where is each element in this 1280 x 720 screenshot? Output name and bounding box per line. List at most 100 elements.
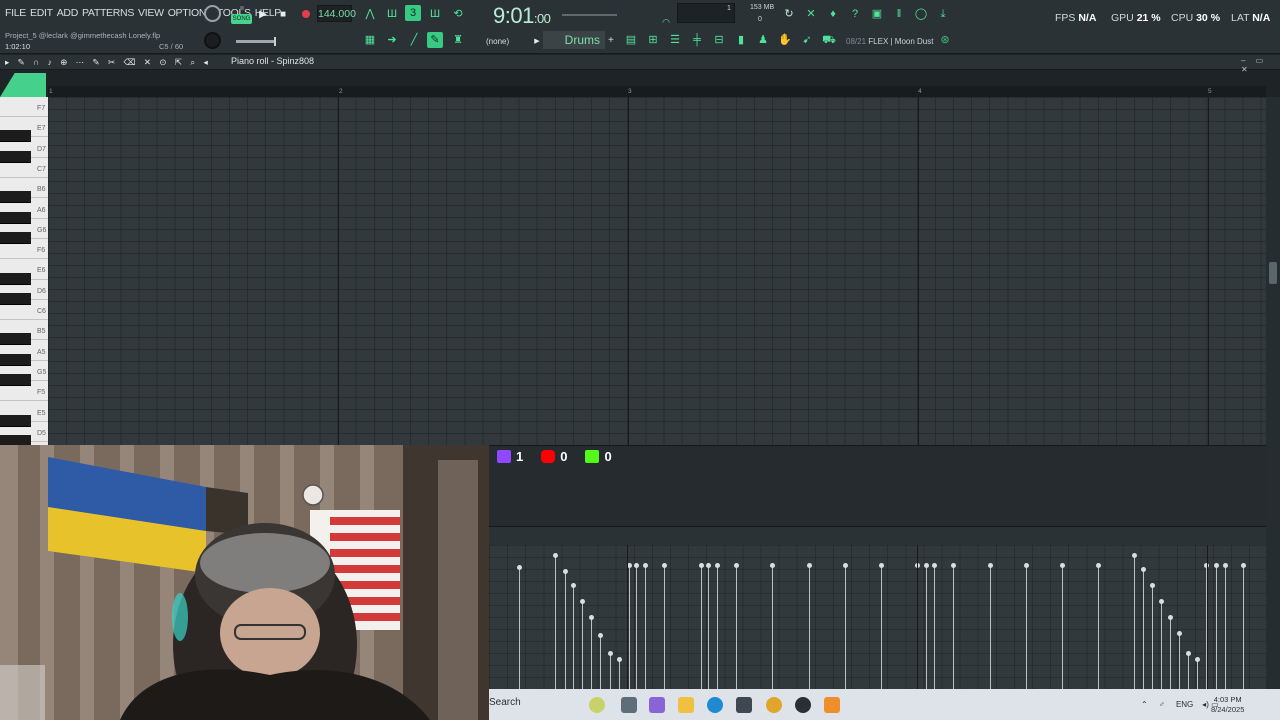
hand-icon[interactable]: ✋ bbox=[777, 32, 793, 48]
velocity-stem[interactable] bbox=[1024, 563, 1029, 689]
obs-icon[interactable] bbox=[795, 697, 811, 713]
velocity-stem[interactable] bbox=[580, 599, 585, 689]
velocity-stem[interactable] bbox=[1177, 631, 1182, 689]
copilot-icon[interactable] bbox=[649, 697, 665, 713]
store-icon[interactable] bbox=[736, 697, 752, 713]
velocity-stem[interactable] bbox=[627, 563, 632, 689]
velocity-stem[interactable] bbox=[807, 563, 812, 689]
channel-rack-icon[interactable]: ☰ bbox=[667, 32, 683, 48]
menu-file[interactable]: FILE bbox=[5, 7, 26, 19]
velocity-stem[interactable] bbox=[1186, 651, 1191, 689]
black-key[interactable] bbox=[0, 333, 31, 346]
velocity-stem[interactable] bbox=[988, 563, 993, 689]
mixer-view-icon[interactable]: ╪ bbox=[689, 32, 705, 48]
taskbar-clock[interactable]: 4:03 PM 8/24/2025 bbox=[1211, 695, 1244, 715]
pencil-icon[interactable]: ✎ bbox=[427, 32, 443, 48]
velocity-stem[interactable] bbox=[706, 563, 711, 689]
black-key[interactable] bbox=[0, 150, 31, 163]
taskbar-search[interactable]: Search bbox=[489, 697, 521, 708]
file-explorer-icon[interactable] bbox=[678, 697, 694, 713]
velocity-stem[interactable] bbox=[1168, 615, 1173, 689]
velocity-stem[interactable] bbox=[1223, 563, 1228, 689]
black-key[interactable] bbox=[0, 414, 31, 427]
stop-icon[interactable]: ■ bbox=[276, 7, 290, 21]
piano-roll-grid[interactable] bbox=[48, 97, 1266, 445]
velocity-stem[interactable] bbox=[643, 563, 648, 689]
velocity-stem[interactable] bbox=[617, 657, 622, 689]
menu-view[interactable]: VIEW bbox=[138, 7, 164, 19]
undo-icon[interactable]: ↻ bbox=[781, 6, 797, 22]
black-key[interactable] bbox=[0, 211, 31, 224]
tempo-display[interactable]: 144.000 bbox=[317, 5, 356, 22]
velocity-stem[interactable] bbox=[770, 563, 775, 689]
velocity-stem[interactable] bbox=[598, 633, 603, 689]
fl-studio-icon[interactable] bbox=[824, 697, 840, 713]
widgets-icon[interactable] bbox=[589, 697, 605, 713]
pattern-selector[interactable]: Drums bbox=[543, 31, 605, 49]
playlist-icon[interactable]: ▤ bbox=[623, 32, 639, 48]
black-key[interactable] bbox=[0, 272, 31, 285]
brush-icon[interactable]: ╱ bbox=[406, 32, 422, 48]
mixer-icon[interactable]: ‖ bbox=[891, 6, 907, 22]
velocity-stem[interactable] bbox=[734, 563, 739, 689]
master-volume-slider[interactable] bbox=[236, 37, 276, 46]
add-pattern-icon[interactable]: + bbox=[608, 35, 614, 46]
black-key[interactable] bbox=[0, 292, 31, 305]
velocity-stem[interactable] bbox=[1141, 567, 1146, 689]
black-key[interactable] bbox=[0, 191, 31, 204]
velocity-stem[interactable] bbox=[1159, 599, 1164, 689]
help-icon[interactable]: ? bbox=[847, 6, 863, 22]
stamp-icon[interactable]: ♜ bbox=[450, 32, 466, 48]
piano-keyboard[interactable]: F7 E7 D7 C7 B6 A6 G6 F6 E6 D6 C6 B5 A5 G5 F5 E5 D5 bbox=[0, 97, 48, 445]
task-view-icon[interactable] bbox=[621, 697, 637, 713]
online-icon[interactable]: ⊛ bbox=[937, 32, 953, 48]
velocity-stem[interactable] bbox=[924, 563, 929, 689]
countdown-icon[interactable]: 3 bbox=[405, 5, 421, 21]
piano-roll-title[interactable]: Piano roll - Spinz808 bbox=[231, 56, 314, 66]
velocity-stem[interactable] bbox=[843, 563, 848, 689]
piano-roll-icon[interactable]: ⊞ bbox=[645, 32, 661, 48]
chrome-icon[interactable] bbox=[766, 697, 782, 713]
velocity-stem[interactable] bbox=[1195, 657, 1200, 689]
scrollbar-thumb[interactable] bbox=[1269, 262, 1277, 284]
browser-icon[interactable]: ⊟ bbox=[711, 32, 727, 48]
song-time-display[interactable]: 9:01:00 bbox=[493, 3, 551, 29]
pattern-song-toggle[interactable]: SONG bbox=[231, 6, 252, 24]
download-icon[interactable]: ⤓ bbox=[935, 6, 951, 22]
velocity-stem[interactable] bbox=[715, 563, 720, 689]
velocity-stem[interactable] bbox=[634, 563, 639, 689]
snap-tab[interactable] bbox=[0, 73, 46, 97]
menu-add[interactable]: ADD bbox=[57, 7, 79, 19]
menu-patterns[interactable]: PATTERNS bbox=[82, 7, 134, 19]
chat-icon[interactable]: ◯ bbox=[913, 6, 929, 22]
velocity-editor[interactable] bbox=[489, 545, 1266, 689]
plugin-icon[interactable]: ♟ bbox=[755, 32, 771, 48]
velocity-stem[interactable] bbox=[1132, 553, 1137, 689]
velocity-stem[interactable] bbox=[571, 583, 576, 689]
velocity-stem[interactable] bbox=[932, 563, 937, 689]
velocity-stem[interactable] bbox=[951, 563, 956, 689]
black-key[interactable] bbox=[0, 231, 31, 244]
metronome-icon[interactable]: ⋀ bbox=[362, 6, 378, 22]
record-icon[interactable] bbox=[302, 10, 310, 18]
velocity-stem[interactable] bbox=[1150, 583, 1155, 689]
event-editor-splitter[interactable] bbox=[489, 526, 1266, 545]
master-volume-knob[interactable] bbox=[204, 5, 221, 22]
edge-icon[interactable] bbox=[707, 697, 723, 713]
velocity-stem[interactable] bbox=[1096, 563, 1101, 689]
velocity-stem[interactable] bbox=[699, 563, 704, 689]
loop-record-icon[interactable]: ⟲ bbox=[450, 6, 466, 22]
black-key[interactable] bbox=[0, 434, 31, 445]
velocity-stem[interactable] bbox=[879, 563, 884, 689]
tools-icon[interactable]: ✕ bbox=[803, 6, 819, 22]
velocity-stem[interactable] bbox=[1060, 563, 1065, 689]
mic-icon[interactable]: ♦ bbox=[825, 6, 841, 22]
slider-handle[interactable] bbox=[274, 37, 276, 46]
window-controls[interactable]: – ▭ ✕ bbox=[1241, 56, 1280, 74]
system-tray[interactable]: ⌃ ♂ ENG ◂) ▭ bbox=[1141, 700, 1219, 709]
arrow-right-icon[interactable]: ➜ bbox=[384, 32, 400, 48]
velocity-stem[interactable] bbox=[553, 553, 558, 689]
velocity-stem[interactable] bbox=[589, 615, 594, 689]
project-icon[interactable]: ▮ bbox=[733, 32, 749, 48]
news-ticker[interactable]: 08/21 FLEX | Moon Dust bbox=[846, 37, 933, 46]
